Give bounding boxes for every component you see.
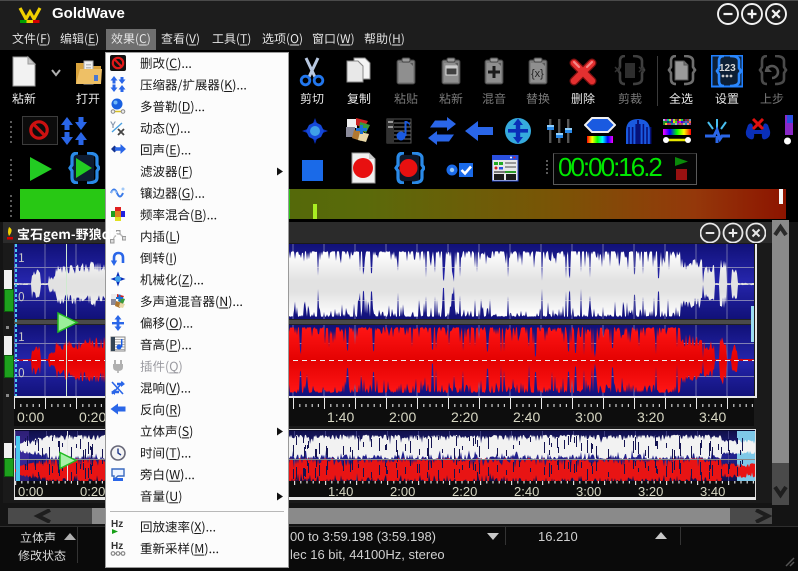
svg-text:Hz: Hz <box>111 541 123 552</box>
svg-text:Hz: Hz <box>111 519 123 530</box>
svg-text:{x}: {x} <box>531 68 544 80</box>
svg-text:123: 123 <box>719 63 736 74</box>
